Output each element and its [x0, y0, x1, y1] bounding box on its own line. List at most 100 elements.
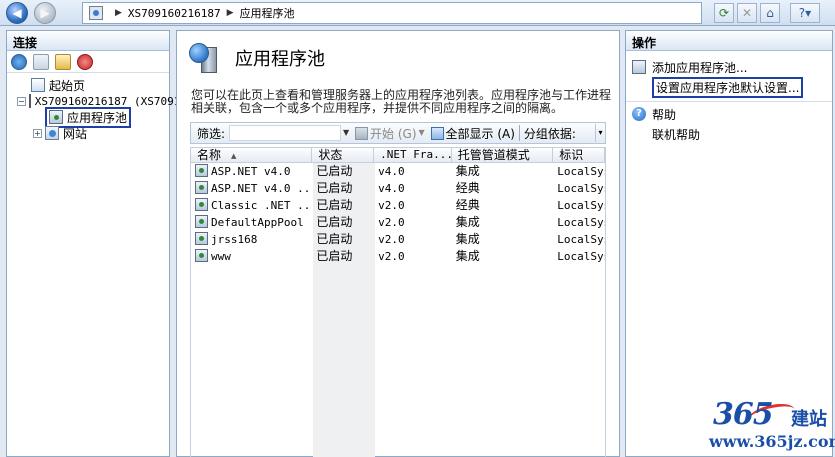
- action-set-defaults[interactable]: 设置应用程序池默认设置...: [626, 76, 832, 98]
- filter-bar: 筛选: ▼ 开始 (G) ▼ 全部显示 (A) 分组依据: ▾: [190, 122, 606, 144]
- column-header-identity[interactable]: 标识: [553, 148, 605, 162]
- refresh-icon[interactable]: ⟳: [714, 3, 734, 23]
- action-help[interactable]: ? 帮助: [626, 104, 832, 124]
- breadcrumb-node[interactable]: 应用程序池: [240, 5, 295, 21]
- tree-item-label: 应用程序池: [67, 110, 128, 125]
- cell-status: 已启动: [316, 215, 353, 229]
- cell-mode: 集成: [455, 232, 480, 246]
- save-icon[interactable]: [33, 53, 49, 70]
- cell-identity: LocalSys: [557, 216, 605, 229]
- disconnect-icon[interactable]: [77, 53, 93, 70]
- cell-identity: LocalSys: [557, 233, 605, 246]
- add-app-pool-icon: [632, 60, 646, 74]
- app-pools-table: 名称 ▲ 状态 .NET Fra... 托管管道模式 标识 ASP.NET v4.…: [190, 147, 606, 457]
- cell-identity: LocalSys: [557, 250, 605, 263]
- app-pool-icon: [49, 110, 63, 124]
- column-header-name[interactable]: 名称 ▲: [191, 148, 313, 162]
- binoculars-icon: [355, 126, 369, 140]
- action-online-help[interactable]: 联机帮助: [626, 124, 832, 144]
- actions-panel: 操作 添加应用程序池... 设置应用程序池默认设置... ? 帮助 联机帮助: [625, 30, 833, 457]
- home-icon[interactable]: ⌂: [760, 3, 780, 23]
- cell-identity: LocalSys: [557, 199, 605, 212]
- main-content: 应用程序池 您可以在此页上查看和管理服务器上的应用程序池列表。应用程序池与工作进…: [176, 30, 620, 457]
- watermark-number: 365: [713, 397, 774, 432]
- cell-net: v2.0: [378, 233, 405, 246]
- group-by-label[interactable]: 分组依据:: [524, 125, 576, 142]
- back-arrow-icon[interactable]: ◀: [6, 2, 28, 24]
- app-pool-icon: [195, 249, 208, 262]
- tree-item-start-page[interactable]: 起始页: [7, 77, 169, 93]
- action-label: 设置应用程序池默认设置...: [652, 76, 804, 98]
- tree-item-app-pools[interactable]: 应用程序池: [7, 106, 169, 128]
- collapse-icon[interactable]: −: [17, 96, 26, 106]
- show-all-icon: [430, 126, 444, 140]
- column-header-status[interactable]: 状态: [312, 148, 375, 162]
- app-pool-icon: [195, 232, 208, 245]
- column-header-net[interactable]: .NET Fra...: [374, 148, 452, 162]
- toolbar-options-icon[interactable]: ▾: [595, 124, 605, 142]
- table-header: 名称 ▲ 状态 .NET Fra... 托管管道模式 标识: [191, 148, 605, 163]
- watermark-url: www.365jz.com: [709, 432, 835, 451]
- divider: [626, 101, 832, 102]
- connect-icon[interactable]: [11, 53, 27, 70]
- column-header-pipeline[interactable]: 托管管道模式: [452, 148, 554, 162]
- start-page-icon: [31, 78, 45, 92]
- page-header: 应用程序池: [189, 41, 325, 75]
- go-dropdown-icon[interactable]: ▼: [417, 125, 427, 141]
- cell-name: Classic .NET ...: [211, 199, 313, 212]
- sites-icon: [45, 126, 59, 140]
- table-row[interactable]: ASP.NET v4.0 ... 已启动 v4.0 经典 LocalSys: [191, 180, 605, 197]
- cell-identity: LocalSys: [557, 182, 605, 195]
- connections-tree: 起始页 − XS709160216187 (XS709160216187\Adm…: [7, 73, 333, 141]
- cell-name: ASP.NET v4.0: [211, 165, 291, 178]
- cell-identity: LocalSys: [557, 165, 605, 178]
- expand-icon[interactable]: +: [33, 128, 42, 138]
- table-row[interactable]: jrss168 已启动 v2.0 集成 LocalSys: [191, 231, 605, 248]
- table-row[interactable]: www 已启动 v2.0 集成 LocalSys: [191, 248, 605, 265]
- table-row[interactable]: Classic .NET ... 已启动 v2.0 经典 LocalSys: [191, 197, 605, 214]
- up-folder-icon[interactable]: [55, 53, 71, 70]
- app-pool-icon: [195, 215, 208, 228]
- watermark-brand: 建站: [791, 409, 827, 430]
- action-label: 联机帮助: [652, 127, 701, 142]
- connections-toolbar: [7, 51, 169, 73]
- tree-item-sites[interactable]: + 网站: [7, 125, 169, 141]
- page-description: 您可以在此页上查看和管理服务器上的应用程序池列表。应用程序池与工作进程相关联，包…: [191, 88, 612, 115]
- table-row[interactable]: ASP.NET v4.0 已启动 v4.0 集成 LocalSys: [191, 163, 605, 180]
- cell-net: v2.0: [378, 216, 405, 229]
- page-title: 应用程序池: [235, 49, 325, 70]
- app-pool-icon: [195, 198, 208, 211]
- help-icon: ?: [632, 107, 646, 121]
- watermark-logo: 365 建站 www.365jz.com: [709, 397, 835, 453]
- action-label: 帮助: [652, 107, 677, 122]
- stop-icon[interactable]: ✕: [737, 3, 757, 23]
- show-all-button[interactable]: 全部显示 (A): [430, 125, 515, 142]
- tree-item-label: 网站: [63, 126, 88, 141]
- cell-name: www: [211, 250, 231, 263]
- cell-mode: 集成: [455, 215, 480, 229]
- cell-net: v2.0: [378, 250, 405, 263]
- breadcrumb[interactable]: ▶ XS709160216187 ▶ 应用程序池: [82, 2, 702, 24]
- forward-arrow-icon[interactable]: ▶: [34, 2, 56, 24]
- tree-item-label: 起始页: [49, 78, 86, 93]
- help-dropdown-icon[interactable]: ?▾: [790, 3, 820, 23]
- cell-mode: 经典: [455, 198, 480, 212]
- breadcrumb-server[interactable]: XS709160216187: [128, 7, 221, 20]
- server-icon: [28, 94, 31, 108]
- cell-net: v4.0: [378, 182, 405, 195]
- cell-mode: 集成: [455, 164, 480, 178]
- cell-name: ASP.NET v4.0 ...: [211, 182, 313, 195]
- action-add-app-pool[interactable]: 添加应用程序池...: [626, 57, 832, 77]
- chevron-right-icon: ▶: [226, 8, 234, 18]
- address-bar: ◀ ▶ ▶ XS709160216187 ▶ 应用程序池 ⟳ ✕ ⌂ ?▾: [0, 0, 835, 26]
- filter-dropdown-icon[interactable]: ▼: [341, 125, 351, 141]
- go-label: 开始 (G): [370, 126, 417, 141]
- filter-label: 筛选:: [197, 126, 226, 141]
- go-button[interactable]: 开始 (G): [355, 125, 417, 142]
- filter-input[interactable]: [229, 125, 342, 141]
- table-row[interactable]: DefaultAppPool 已启动 v2.0 集成 LocalSys: [191, 214, 605, 231]
- cell-net: v2.0: [378, 199, 405, 212]
- cell-net: v4.0: [378, 165, 405, 178]
- app-pool-icon: [195, 164, 208, 177]
- actions-list: 添加应用程序池... 设置应用程序池默认设置... ? 帮助 联机帮助: [626, 51, 832, 144]
